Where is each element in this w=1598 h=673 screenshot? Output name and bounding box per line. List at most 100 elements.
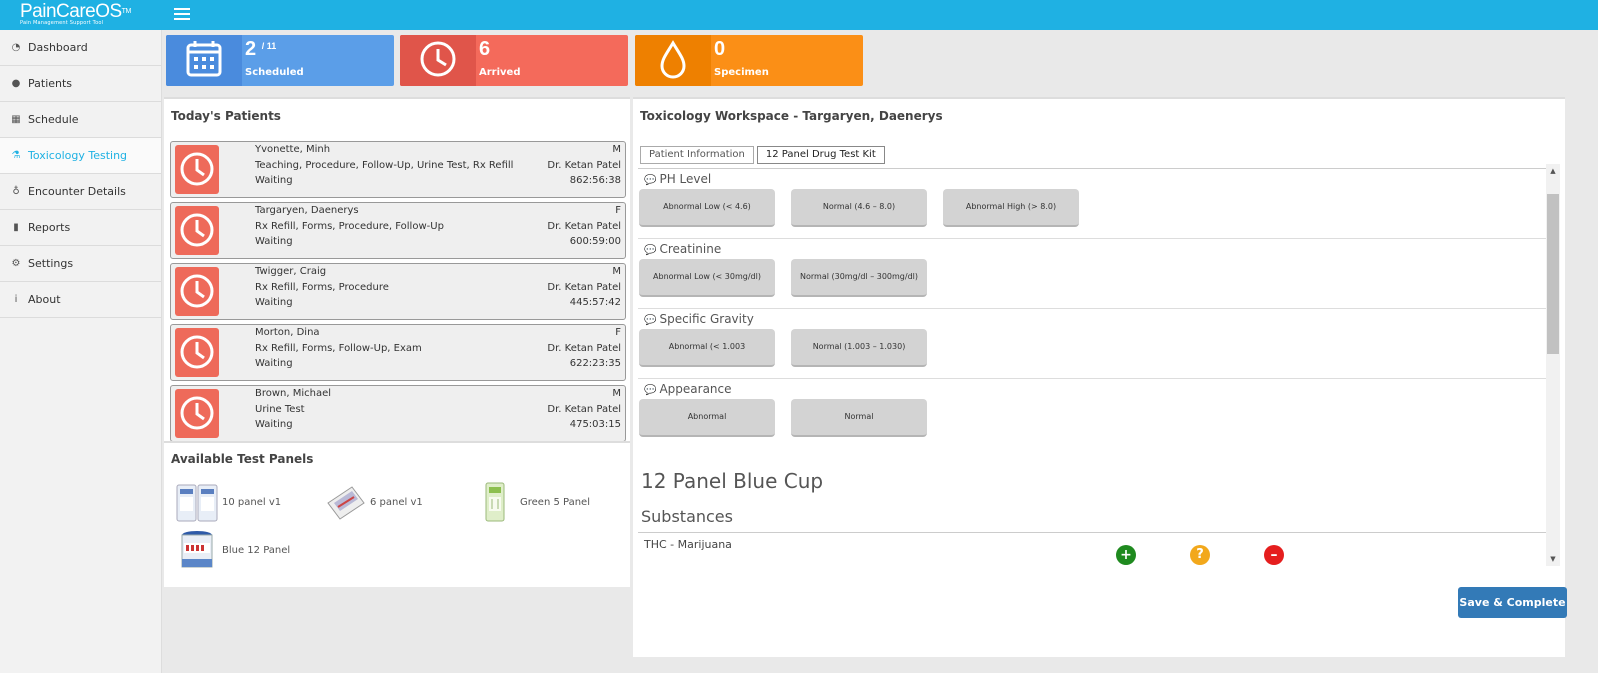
toxicology-workspace-panel: Toxicology Workspace - Targaryen, Daener… — [633, 97, 1565, 657]
comment-icon[interactable]: 💬 — [644, 315, 656, 326]
ph-abnormal-high-button[interactable]: Abnormal High (> 8.0) — [943, 189, 1079, 227]
specific-gravity-section: 💬 Specific Gravity Abnormal (< 1.003 Norm… — [638, 309, 1552, 379]
test-panel-item[interactable]: Blue 12 Panel — [176, 529, 290, 571]
ph-abnormal-low-button[interactable]: Abnormal Low (< 4.6) — [639, 189, 775, 227]
patient-row[interactable]: Targaryen, Daenerys Rx Refill, Forms, Pr… — [170, 202, 626, 259]
comment-icon[interactable]: 💬 — [644, 385, 656, 396]
menu-toggle-icon[interactable] — [174, 8, 190, 21]
todays-patients-title: Today's Patients — [171, 109, 281, 123]
form-scrollbar[interactable]: ▲ ▼ — [1546, 164, 1560, 566]
test-panel-item[interactable]: 10 panel v1 — [176, 481, 281, 523]
sidebar-item-settings[interactable]: ⚙ Settings — [0, 246, 161, 282]
scheduled-card[interactable]: 2 / 11 Scheduled — [166, 35, 394, 86]
patient-name: Brown, Michael — [255, 388, 332, 399]
dashboard-icon: ◔ — [11, 42, 21, 53]
creatinine-abnormal-low-button[interactable]: Abnormal Low (< 30mg/dl) — [639, 259, 775, 297]
patient-doctor: Dr. Ketan Patel — [547, 221, 621, 232]
tab-patient-information[interactable]: Patient Information — [640, 146, 754, 164]
gravity-abnormal-button[interactable]: Abnormal (< 1.003 — [639, 329, 775, 367]
bar-chart-icon: ▮ — [13, 222, 19, 233]
patient-sex: M — [612, 388, 621, 399]
patient-wait-time: 475:03:15 — [569, 419, 621, 430]
ph-normal-button[interactable]: Normal (4.6 – 8.0) — [791, 189, 927, 227]
patient-sex: F — [615, 205, 621, 216]
creatinine-normal-button[interactable]: Normal (30mg/dl – 300mg/dl) — [791, 259, 927, 297]
test-panel-label: 10 panel v1 — [222, 496, 282, 508]
patient-reasons: Rx Refill, Forms, Procedure — [255, 282, 389, 293]
comment-icon[interactable]: 💬 — [644, 245, 656, 256]
patient-row[interactable]: Twigger, Craig Rx Refill, Forms, Procedu… — [170, 263, 626, 320]
patient-row[interactable]: Brown, Michael Urine Test Waiting M Dr. … — [170, 385, 626, 442]
patient-name: Twigger, Craig — [255, 266, 327, 277]
appearance-abnormal-button[interactable]: Abnormal — [639, 399, 775, 437]
info-icon: i — [14, 294, 18, 305]
test-cup-image — [176, 529, 218, 571]
workspace-tabs: Patient Information 12 Panel Drug Test K… — [640, 146, 888, 164]
patient-row[interactable]: Morton, Dina Rx Refill, Forms, Follow-Up… — [170, 324, 626, 381]
comment-icon[interactable]: 💬 — [644, 175, 656, 186]
inconclusive-result-icon[interactable]: ? — [1190, 545, 1210, 565]
patient-reasons: Urine Test — [255, 404, 305, 415]
clock-icon — [400, 35, 476, 86]
substances-title: Substances — [641, 507, 733, 526]
test-panels-title: Available Test Panels — [171, 452, 314, 466]
gravity-normal-button[interactable]: Normal (1.003 – 1.030) — [791, 329, 927, 367]
scroll-up-arrow-icon[interactable]: ▲ — [1546, 164, 1560, 178]
scroll-down-arrow-icon[interactable]: ▼ — [1546, 552, 1560, 566]
patient-wait-time: 600:59:00 — [569, 236, 621, 247]
patient-name: Targaryen, Daenerys — [255, 205, 359, 216]
clock-icon — [175, 267, 219, 316]
kit-title: 12 Panel Blue Cup — [641, 469, 824, 493]
positive-result-icon[interactable]: + — [1116, 545, 1136, 565]
patient-status: Waiting — [255, 236, 293, 247]
tab-12-panel-drug-test-kit[interactable]: 12 Panel Drug Test Kit — [756, 146, 885, 164]
patient-wait-time: 862:56:38 — [569, 175, 621, 186]
sidebar-item-patients[interactable]: ● Patients — [0, 66, 161, 102]
app-logo[interactable]: PainCareOSTM Pain Management Support Too… — [20, 1, 131, 27]
patient-name: Morton, Dina — [255, 327, 320, 338]
test-card-image — [176, 481, 218, 523]
patient-status: Waiting — [255, 175, 293, 186]
test-panel-item[interactable]: 6 panel v1 — [324, 481, 423, 523]
calendar-icon: ▦ — [11, 114, 21, 125]
sidebar-item-about[interactable]: i About — [0, 282, 161, 318]
test-panel-label: Blue 12 Panel — [222, 544, 291, 556]
test-panels-panel: Available Test Panels 10 panel v1 6 pane… — [164, 441, 630, 587]
arrived-count: 6 — [479, 38, 491, 60]
test-card-image — [474, 481, 516, 523]
section-title: 💬 Creatinine — [644, 242, 722, 256]
sidebar-item-schedule[interactable]: ▦ Schedule — [0, 102, 161, 138]
divider — [638, 532, 1550, 533]
patient-reasons: Rx Refill, Forms, Procedure, Follow-Up — [255, 221, 444, 232]
stethoscope-icon: ♁ — [12, 186, 20, 197]
test-panel-label: 6 panel v1 — [370, 496, 423, 508]
scrollbar-thumb[interactable] — [1547, 194, 1559, 354]
sidebar-item-dashboard[interactable]: ◔ Dashboard — [0, 30, 161, 66]
test-panel-item[interactable]: Green 5 Panel — [474, 481, 590, 523]
specimen-label: Specimen — [714, 67, 769, 78]
arrived-label: Arrived — [479, 67, 521, 78]
scheduled-label: Scheduled — [245, 67, 304, 78]
patient-status: Waiting — [255, 419, 293, 430]
patient-sex: M — [612, 266, 621, 277]
todays-patients-panel: Today's Patients Yvonette, Minh Teaching… — [164, 97, 630, 442]
save-complete-button[interactable]: Save & Complete — [1458, 587, 1567, 618]
creatinine-section: 💬 Creatinine Abnormal Low (< 30mg/dl) Nor… — [638, 239, 1552, 309]
specimen-card[interactable]: 0 Specimen — [635, 35, 863, 86]
arrived-card[interactable]: 6 Arrived — [400, 35, 628, 86]
sidebar-item-reports[interactable]: ▮ Reports — [0, 210, 161, 246]
sidebar-item-encounter-details[interactable]: ♁ Encounter Details — [0, 174, 161, 210]
sidebar-item-toxicology-testing[interactable]: ⚗ Toxicology Testing — [0, 138, 161, 174]
section-title: 💬 PH Level — [644, 172, 712, 186]
patient-row[interactable]: Yvonette, Minh Teaching, Procedure, Foll… — [170, 141, 626, 198]
negative-result-icon[interactable]: – — [1264, 545, 1284, 565]
brand-name: PainCareOSTM — [20, 1, 131, 22]
appearance-normal-button[interactable]: Normal — [791, 399, 927, 437]
clock-icon — [175, 389, 219, 438]
gears-icon: ⚙ — [11, 258, 21, 269]
clock-icon — [175, 206, 219, 255]
section-title: 💬 Specific Gravity — [644, 312, 754, 326]
users-icon: ● — [11, 78, 21, 89]
patient-doctor: Dr. Ketan Patel — [547, 343, 621, 354]
patient-status: Waiting — [255, 358, 293, 369]
